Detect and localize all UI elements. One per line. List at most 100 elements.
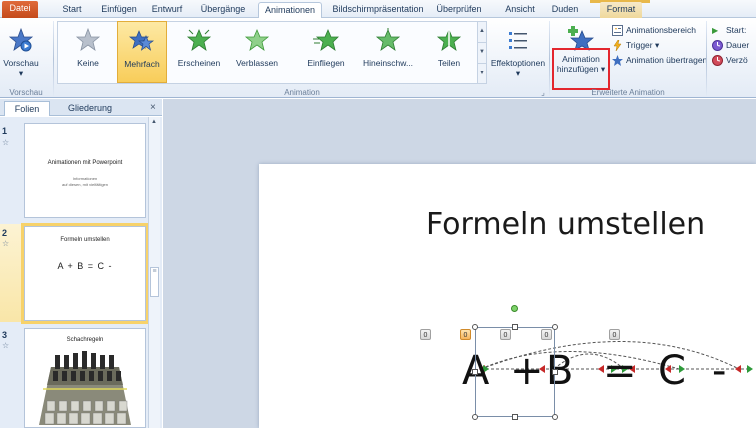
animation-einfliegen[interactable]: Einfliegen (300, 21, 352, 83)
scroll-up-icon[interactable]: ▲ (151, 119, 157, 125)
animation-order-tag[interactable]: 0 (609, 329, 620, 340)
resize-handle[interactable] (552, 414, 558, 420)
resize-handle[interactable] (472, 324, 478, 330)
animation-order-tag[interactable]: 0 (500, 329, 511, 340)
dialog-launcher-icon[interactable]: ⌟ (538, 87, 548, 98)
slide-pane-scrollbar[interactable]: ▲ ≡ (148, 117, 160, 428)
tab-datei[interactable]: Datei (2, 1, 38, 18)
animation-marker-icon: ☆ (2, 138, 10, 147)
star-green-float-icon (375, 28, 401, 51)
animation-uebertragen-button[interactable]: Animation übertragen (612, 53, 707, 67)
rotate-handle[interactable] (511, 305, 518, 312)
vorschau-button[interactable]: Vorschau ▾ (2, 21, 40, 83)
animation-order-tag[interactable]: 0 (460, 329, 471, 340)
group-separator (706, 21, 707, 97)
tab-duden[interactable]: Duden (548, 2, 582, 18)
animation-painter-icon (612, 54, 623, 66)
slide-number: 3 (2, 330, 8, 340)
resize-handle[interactable] (512, 324, 518, 330)
group-label-animation: Animation (284, 88, 320, 97)
chevron-down-icon: ▾ (515, 68, 521, 78)
slide-pane-header: Folien Gliederung × (0, 99, 162, 116)
resize-handle[interactable] (512, 414, 518, 420)
group-separator (549, 21, 550, 97)
verzoegerung-label: Verzö (726, 55, 748, 65)
animation-verblassen[interactable]: Verblassen (229, 21, 285, 83)
tab-entwurf[interactable]: Entwurf (148, 2, 186, 18)
animationsbereich-button[interactable]: Animationsbereich (612, 23, 696, 37)
animation-einfliegen-label: Einfliegen (307, 58, 345, 68)
resize-handle[interactable] (472, 414, 478, 420)
ribbon: Vorschau ▾ Vorschau Keine Mehrfach Ersch… (0, 18, 756, 98)
tab-format[interactable]: Format (600, 2, 642, 18)
animation-keine-label: Keine (77, 58, 99, 68)
tab-folien[interactable]: Folien (4, 101, 50, 116)
vorschau-label: Vorschau (3, 58, 39, 68)
star-green-flyin-icon (313, 28, 339, 51)
equation-c[interactable]: C (658, 348, 686, 394)
animation-verblassen-label: Verblassen (235, 58, 279, 68)
slide-preview-title: Schachregeln (66, 337, 104, 343)
animation-keine[interactable]: Keine (63, 21, 113, 83)
tab-uebergaenge[interactable]: Übergänge (196, 2, 250, 18)
effektoptionen-button[interactable]: Effektoptionen ▾ (490, 21, 546, 83)
equation-minus[interactable]: - (712, 348, 726, 394)
tab-start[interactable]: Start (55, 2, 89, 18)
tab-animationen[interactable]: Animationen (258, 2, 322, 19)
gallery-more-icon[interactable]: ▾ (478, 64, 486, 85)
star-green-split-icon (436, 28, 462, 51)
tab-ansicht[interactable]: Ansicht (501, 2, 539, 18)
verzoegerung-option[interactable]: Verzö (712, 53, 748, 67)
tab-ueberpruefen[interactable]: Überprüfen (432, 2, 486, 18)
animation-uebertragen-label: Animation übertragen (626, 55, 708, 65)
equation-equals[interactable]: = (603, 348, 637, 394)
scroll-thumb[interactable]: ≡ (150, 267, 159, 297)
resize-handle[interactable] (552, 324, 558, 330)
play-icon: ▶ (712, 25, 719, 35)
start-option[interactable]: ▶ Start: (712, 23, 746, 37)
animation-erscheinen[interactable]: Erscheinen (171, 21, 227, 83)
slide-preview: Formeln umstellen A + B = C - (24, 226, 146, 321)
dauer-label: Dauer (726, 40, 750, 50)
preview-star-icon (8, 27, 34, 52)
chessboard-image (39, 351, 131, 425)
resize-handle[interactable] (472, 369, 478, 375)
slide-preview-title: Formeln umstellen (60, 237, 110, 243)
animation-pane-icon (612, 24, 623, 36)
slide-preview-equation: A + B = C - (57, 261, 113, 271)
effect-options-icon (509, 32, 527, 49)
gallery-scroll-down-icon[interactable]: ▼ (478, 43, 486, 64)
ribbon-tab-bar: Datei Start Einfügen Entwurf Übergänge A… (0, 0, 756, 19)
animation-hineinschweben-label: Hineinschw... (362, 58, 414, 68)
animation-mehrfach[interactable]: Mehrfach (117, 21, 167, 83)
group-label-erweiterte-animation: Erweiterte Animation (591, 88, 665, 97)
resize-handle[interactable] (552, 369, 558, 375)
gallery-scroll-up-icon[interactable]: ▲ (478, 22, 486, 43)
group-separator (53, 21, 54, 97)
dauer-option[interactable]: Dauer (712, 38, 749, 52)
clock-icon (712, 39, 723, 51)
close-icon[interactable]: × (150, 102, 156, 113)
animation-hineinschweben[interactable]: Hineinschw... (356, 21, 420, 83)
star-multi-icon (129, 30, 155, 51)
slide-preview-title: Animationen mit Powerpoint (47, 160, 123, 166)
tab-gliederung[interactable]: Gliederung (60, 101, 120, 116)
slide-thumbnail-pane: 1 ☆ Animationen mit Powerpoint Informati… (0, 117, 162, 428)
slide-preview: Animationen mit Powerpoint Informationen… (24, 123, 146, 218)
lightning-icon (613, 39, 622, 51)
tab-einfuegen[interactable]: Einfügen (97, 2, 141, 18)
animation-marker-icon: ☆ (2, 239, 10, 248)
effektoptionen-label: Effektoptionen (490, 58, 546, 68)
red-highlight-frame (552, 48, 610, 90)
animation-order-tag[interactable]: 0 (541, 329, 552, 340)
animation-order-tag[interactable]: 0 (420, 329, 431, 340)
animation-teilen[interactable]: Teilen (424, 21, 474, 83)
chevron-down-icon: ▾ (18, 68, 24, 78)
selection-frame (475, 327, 555, 417)
start-label: Start: (726, 25, 747, 35)
tab-bildschirmpraesentation[interactable]: Bildschirmpräsentation (331, 2, 425, 18)
delay-clock-icon (712, 54, 723, 66)
slide-preview-subtitle: Informationen auf diesen, mit vielfältige… (61, 176, 109, 187)
trigger-button[interactable]: Trigger ▾ (612, 38, 659, 52)
gallery-scrollbar[interactable]: ▲ ▼ ▾ (477, 21, 487, 84)
